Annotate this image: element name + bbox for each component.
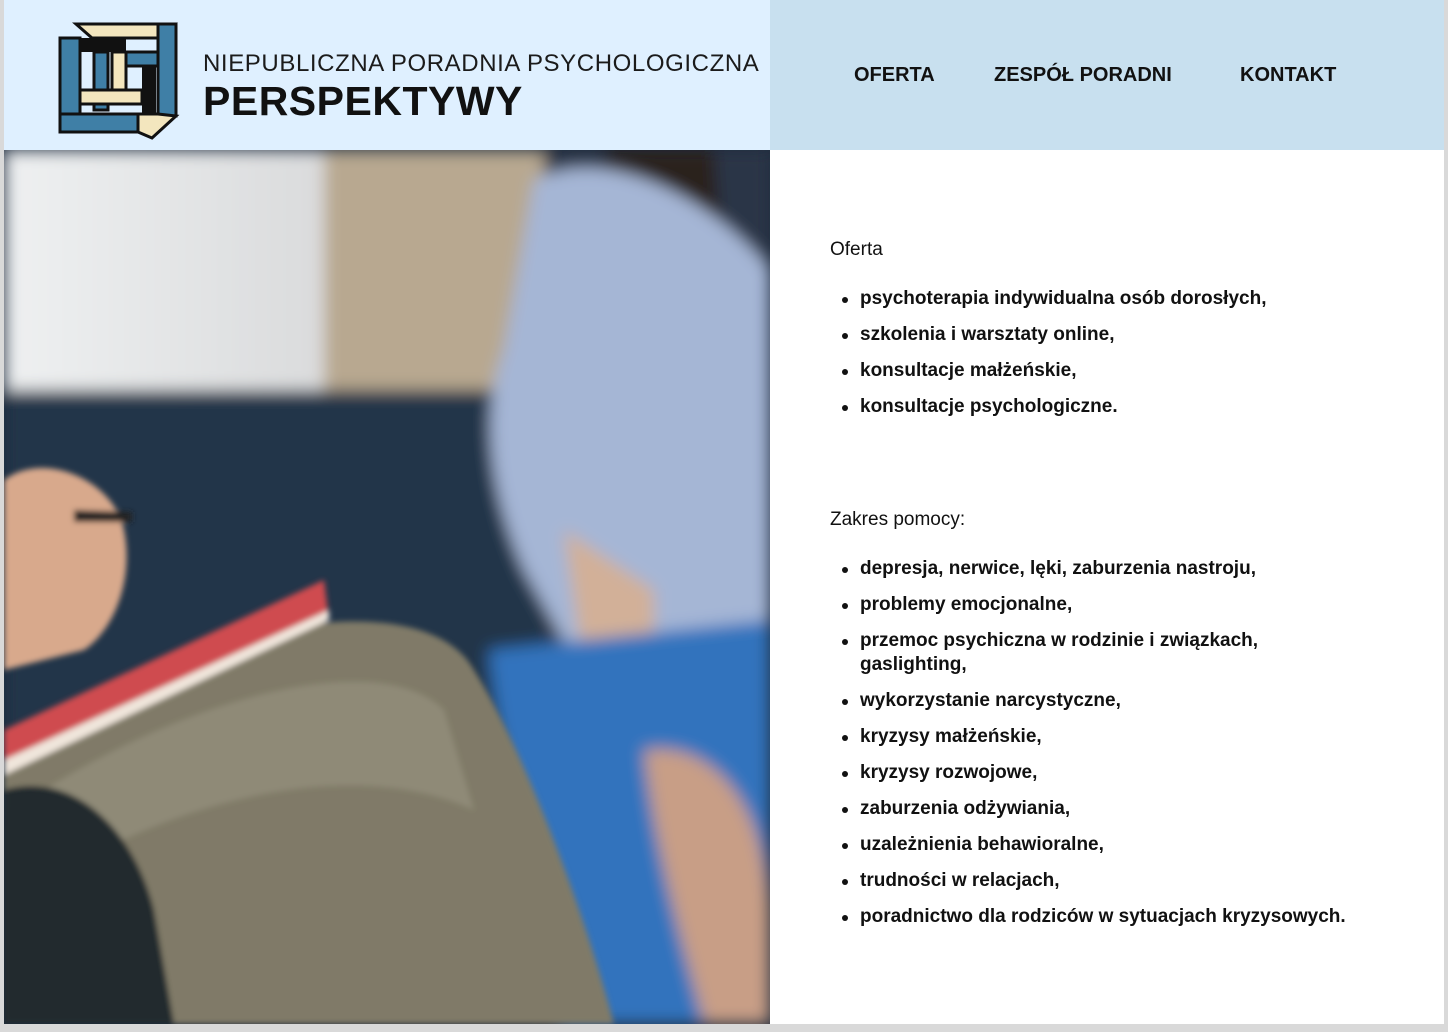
offer-heading: Oferta [830, 239, 883, 260]
offer-list: psychoterapia indywidualna osób dorosłyc… [830, 287, 1430, 431]
list-item: poradnictwo dla rodziców w sytuacjach kr… [830, 905, 1430, 929]
brand-title[interactable]: PERSPEKTYWY [203, 78, 523, 125]
main-nav: OFERTA ZESPÓŁ PORADNI KONTAKT [770, 0, 1444, 150]
list-item: szkolenia i warsztaty online, [830, 323, 1430, 347]
nav-item-zespol-poradni[interactable]: ZESPÓŁ PORADNI [994, 64, 1172, 87]
list-item: depresja, nerwice, lęki, zaburzenia nast… [830, 557, 1430, 581]
help-list: depresja, nerwice, lęki, zaburzenia nast… [830, 557, 1430, 941]
offer-panel: Oferta psychoterapia indywidualna osób d… [770, 150, 1444, 1024]
list-item: kryzysy małżeńskie, [830, 725, 1430, 749]
list-item: psychoterapia indywidualna osób dorosłyc… [830, 287, 1430, 311]
list-item: trudności w relacjach, [830, 869, 1430, 893]
list-item: problemy emocjonalne, [830, 593, 1430, 617]
list-item: konsultacje psychologiczne. [830, 395, 1430, 419]
brand-header: NIEPUBLICZNA PORADNIA PSYCHOLOGICZNA PER… [4, 0, 770, 150]
list-item: kryzysy rozwojowe, [830, 761, 1430, 785]
nav-item-kontakt[interactable]: KONTAKT [1240, 64, 1336, 87]
list-item: uzależnienia behawioralne, [830, 833, 1430, 857]
help-heading: Zakres pomocy: [830, 509, 966, 530]
list-item: przemoc psychiczna w rodzinie i związkac… [830, 629, 1300, 677]
nav-item-oferta[interactable]: OFERTA [854, 64, 935, 87]
brand-subtitle: NIEPUBLICZNA PORADNIA PSYCHOLOGICZNA [203, 50, 760, 77]
list-item: zaburzenia odżywiania, [830, 797, 1430, 821]
impossible-cube-icon[interactable] [54, 14, 182, 140]
page: NIEPUBLICZNA PORADNIA PSYCHOLOGICZNA PER… [4, 0, 1444, 1024]
list-item: wykorzystanie narcystyczne, [830, 689, 1430, 713]
therapy-session-photo [4, 150, 770, 1024]
list-item: konsultacje małżeńskie, [830, 359, 1430, 383]
